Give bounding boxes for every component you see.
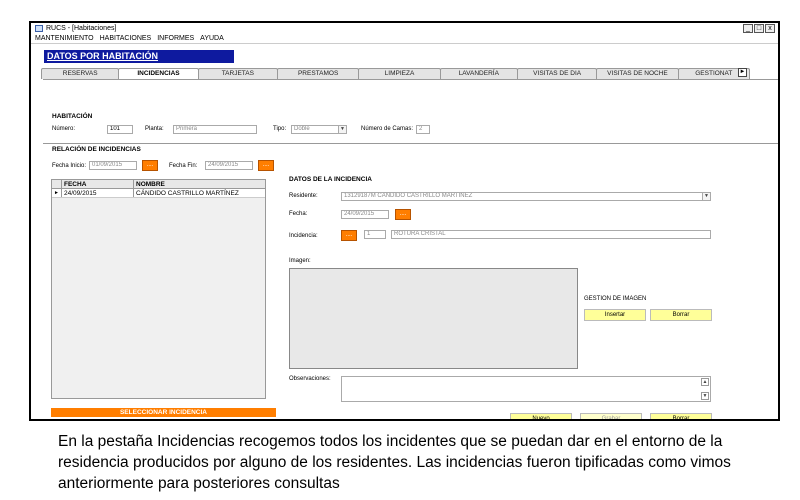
menu-mantenimiento[interactable]: MANTENIMIENTO	[35, 34, 94, 43]
tab-lavanderia[interactable]: LAVANDERÍA	[439, 68, 518, 79]
menu-habitaciones[interactable]: HABITACIONES	[100, 34, 152, 43]
residente-label: Residente:	[289, 193, 318, 199]
incidencia-image	[289, 268, 578, 369]
window-controls: _ □ x	[743, 24, 775, 33]
fecha-inicio-field[interactable]: 01/09/2015	[89, 161, 137, 170]
incidencia-picker-button[interactable]: ....	[341, 230, 357, 241]
grid-col-fecha[interactable]: FECHA	[62, 180, 134, 188]
grid-col-nombre[interactable]: NOMBRE	[134, 180, 265, 188]
window-title: RUCS - [Habitaciones]	[46, 25, 117, 32]
close-button[interactable]: x	[765, 24, 775, 33]
tab-scroll-right-icon[interactable]: ►	[738, 68, 747, 77]
tab-limpieza[interactable]: LIMPIEZA	[358, 68, 441, 79]
imagen-label: Imagen:	[289, 258, 311, 264]
fecha-fin-picker-button[interactable]: ....	[258, 160, 274, 171]
residente-value: 13129187M CÁNDIDO CASTRILLO MARTÍNEZ	[344, 193, 473, 199]
tab-strip: RESERVAS INCIDENCIAS TARJETAS PRESTAMOS …	[41, 68, 750, 80]
tab-visitas-dia[interactable]: VISITAS DE DIA	[516, 68, 598, 79]
grid-header: FECHA NOMBRE	[52, 180, 265, 189]
fecha-label: Fecha:	[289, 211, 308, 217]
menu-ayuda[interactable]: AYUDA	[200, 34, 224, 43]
incidencias-grid: FECHA NOMBRE ► 24/09/2015 CÁNDIDO CASTRI…	[51, 179, 266, 399]
menu-informes[interactable]: INFORMES	[157, 34, 194, 43]
tab-prestamos[interactable]: PRESTAMOS	[276, 68, 360, 79]
incidencia-label: Incidencia:	[289, 233, 318, 239]
habitacion-header: HABITACIÓN	[52, 113, 93, 120]
planta-field[interactable]: Primera	[173, 125, 257, 134]
fecha-fin-label: Fecha Fin:	[169, 163, 198, 169]
fecha-picker-button[interactable]: ....	[395, 209, 411, 220]
section-divider	[43, 143, 778, 144]
fecha-inicio-label: Fecha Inicio:	[52, 163, 87, 169]
maximize-button[interactable]: □	[754, 24, 764, 33]
seleccionar-incidencia-button[interactable]: SELECCIONAR INCIDENCIA	[51, 408, 276, 417]
grabar-button[interactable]: Grabar	[580, 413, 642, 419]
caption-text: En la pestaña Incidencias recogemos todo…	[58, 433, 731, 492]
camas-field[interactable]: 2	[416, 125, 430, 134]
fecha-fin-field[interactable]: 24/09/2015	[205, 161, 253, 170]
tipo-value: Doble	[294, 126, 310, 132]
row-fecha: 24/09/2015	[62, 189, 134, 197]
tipo-label: Tipo:	[273, 126, 287, 132]
borrar-image-button[interactable]: Borrar	[650, 309, 712, 321]
grid-header-marker	[52, 180, 62, 188]
tab-reservas[interactable]: RESERVAS	[41, 68, 120, 79]
relacion-header: RELACIÓN DE INCIDENCIAS	[52, 146, 141, 153]
scroll-up-icon[interactable]: ▲	[701, 378, 709, 386]
tab-visitas-noche[interactable]: VISITAS DE NOCHE	[596, 68, 679, 79]
numero-field[interactable]: 101	[107, 125, 133, 134]
borrar-button[interactable]: Borrar	[650, 413, 712, 419]
incidencia-code-field[interactable]: 1	[364, 230, 386, 239]
chevron-down-icon[interactable]: ▼	[702, 193, 710, 200]
numero-label: Número:	[52, 126, 76, 132]
insertar-image-button[interactable]: Insertar	[584, 309, 646, 321]
app-window: RUCS - [Habitaciones] _ □ x MANTENIMIENT…	[29, 21, 780, 421]
datos-header: DATOS DE LA INCIDENCIA	[289, 176, 372, 183]
residente-select[interactable]: 13129187M CÁNDIDO CASTRILLO MARTÍNEZ ▼	[341, 192, 711, 201]
camas-label: Número de Camas:	[361, 126, 414, 132]
chevron-down-icon[interactable]: ▼	[338, 126, 346, 133]
tab-content-incidencias: HABITACIÓN Número: 101 Planta: Primera T…	[43, 79, 778, 419]
gestion-imagen-label: GESTION DE IMAGEN	[584, 296, 647, 302]
scroll-down-icon[interactable]: ▼	[701, 392, 709, 400]
app-icon	[35, 25, 43, 32]
fecha-inicio-picker-button[interactable]: ....	[142, 160, 158, 171]
title-bar: RUCS - [Habitaciones] _ □ x	[31, 23, 778, 34]
table-row[interactable]: ► 24/09/2015 CÁNDIDO CASTRILLO MARTÍNEZ	[52, 189, 265, 198]
incidencia-desc-field[interactable]: ROTURA CRISTAL	[391, 230, 711, 239]
menu-bar: MANTENIMIENTO HABITACIONES INFORMES AYUD…	[31, 34, 778, 44]
observaciones-label: Observaciones:	[289, 376, 331, 382]
row-nombre: CÁNDIDO CASTRILLO MARTÍNEZ	[136, 190, 239, 197]
fecha-field[interactable]: 24/09/2015	[341, 210, 389, 219]
minimize-button[interactable]: _	[743, 24, 753, 33]
planta-label: Planta:	[145, 126, 164, 132]
observaciones-textarea[interactable]: ▲ ▼	[341, 376, 711, 402]
tipo-select[interactable]: Doble ▼	[291, 125, 347, 134]
nuevo-button[interactable]: Nuevo	[510, 413, 572, 419]
row-selected-icon: ►	[52, 189, 62, 197]
section-banner: DATOS POR HABITACIÓN	[44, 50, 234, 63]
tab-tarjetas[interactable]: TARJETAS	[197, 68, 278, 79]
